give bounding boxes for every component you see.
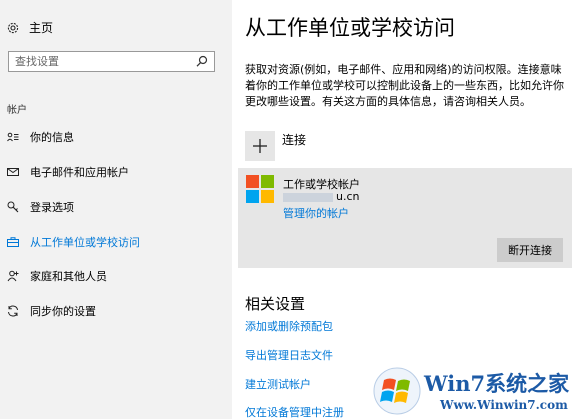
home-label: 主页 (29, 21, 54, 35)
briefcase-icon (7, 237, 19, 247)
page-title: 从工作单位或学校访问 (245, 16, 455, 40)
person-card-icon (7, 132, 19, 142)
sidebar: 主页 帐户 你的信息 电子邮件和应用帐户 登录选项 (0, 0, 232, 419)
sidebar-item-label: 家庭和其他人员 (30, 270, 107, 283)
sidebar-item-your-info[interactable]: 你的信息 (0, 126, 232, 148)
watermark: Win7系统之家 Www.Winwin7.com (372, 362, 572, 419)
work-school-account[interactable]: 工作或学校帐户 u.cn 管理你的帐户 断开连接 (238, 168, 572, 268)
sidebar-item-sync-settings[interactable]: 同步你的设置 (0, 300, 232, 322)
watermark-url: Www.Winwin7.com (440, 398, 568, 412)
key-icon (7, 201, 19, 213)
sidebar-item-sign-in-options[interactable]: 登录选项 (0, 196, 232, 218)
related-settings-heading: 相关设置 (245, 295, 306, 313)
watermark-brand: Win7系统之家 (424, 371, 570, 396)
connect-button[interactable] (245, 131, 275, 161)
manage-account-link[interactable]: 管理你的帐户 (283, 205, 349, 221)
section-header: 帐户 (7, 105, 27, 116)
add-remove-provisioning-package-link[interactable]: 添加或删除预配包 (245, 318, 333, 334)
sidebar-item-family-other-people[interactable]: 家庭和其他人员 (0, 265, 232, 287)
home-link[interactable]: 主页 (6, 19, 53, 36)
search-box[interactable] (8, 51, 215, 72)
sidebar-item-label: 登录选项 (30, 201, 74, 214)
sidebar-item-access-work-school[interactable]: 从工作单位或学校访问 (0, 231, 232, 253)
account-email-domain: u.cn (336, 190, 360, 203)
sidebar-item-label: 你的信息 (30, 131, 74, 144)
account-email-redacted (283, 193, 333, 202)
mail-icon (7, 168, 19, 176)
windows-flag-logo-icon (373, 367, 421, 415)
set-up-test-account-link[interactable]: 建立测试帐户 (245, 376, 311, 392)
page-description: 获取对资源(例如，电子邮件、应用和网络)的访问权限。连接意味着你的工作单位或学校… (245, 63, 564, 108)
export-management-log-link[interactable]: 导出管理日志文件 (245, 347, 333, 363)
sidebar-item-label: 同步你的设置 (30, 305, 96, 318)
windows-logo-icon (246, 175, 274, 203)
sidebar-item-label: 电子邮件和应用帐户 (30, 166, 129, 179)
disconnect-button[interactable]: 断开连接 (497, 238, 563, 262)
sidebar-item-label: 从工作单位或学校访问 (30, 236, 140, 249)
person-add-icon (7, 270, 19, 282)
gear-icon (7, 22, 19, 33)
connect-label[interactable]: 连接 (282, 131, 306, 148)
enroll-device-management-link[interactable]: 仅在设备管理中注册 (245, 404, 344, 420)
search-input[interactable] (9, 52, 195, 71)
plus-icon (253, 139, 267, 153)
sidebar-item-email-accounts[interactable]: 电子邮件和应用帐户 (0, 161, 232, 183)
search-icon[interactable] (196, 55, 208, 67)
sync-icon (8, 305, 18, 317)
